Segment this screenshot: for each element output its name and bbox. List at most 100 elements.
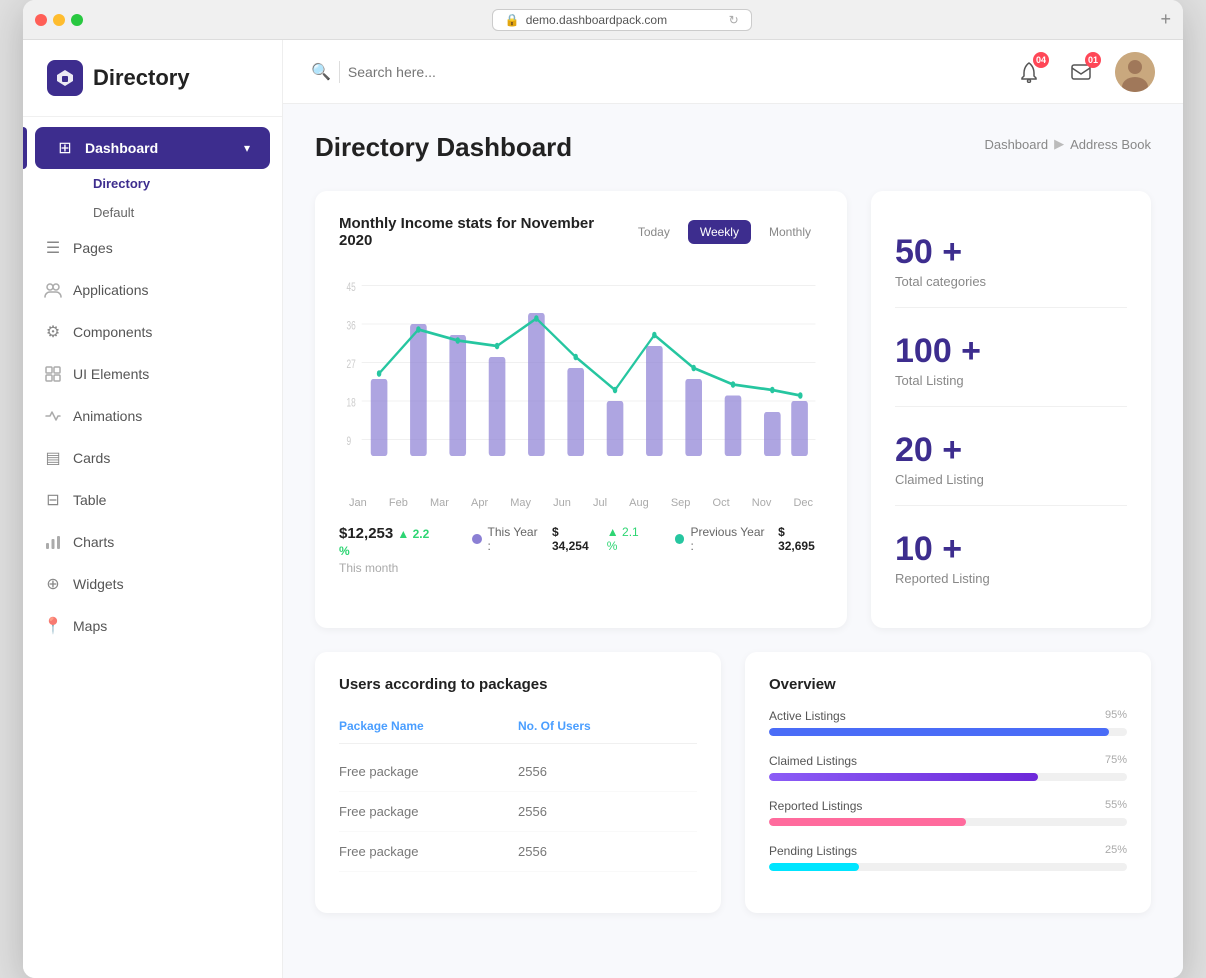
svg-text:27: 27 xyxy=(347,359,356,372)
overview-title: Overview xyxy=(769,676,1127,693)
close-button[interactable] xyxy=(35,14,47,26)
stats-panel: 50 + Total categories 100 + Total Listin… xyxy=(871,191,1151,628)
window-controls xyxy=(35,14,83,26)
breadcrumb: Dashboard ▶ Address Book xyxy=(984,136,1151,152)
animations-label: Animations xyxy=(73,408,142,424)
month-mar: Mar xyxy=(430,497,449,509)
progress-bar-claimed xyxy=(769,773,1127,781)
month-may: May xyxy=(510,497,531,509)
sidebar-item-dashboard[interactable]: ⊞ Dashboard ▾ xyxy=(35,127,270,169)
stat-number-listing: 100 + xyxy=(895,332,1127,371)
stat-claimed-listing: 20 + Claimed Listing xyxy=(895,413,1127,506)
widgets-label: Widgets xyxy=(73,576,124,592)
notifications-button[interactable]: 04 xyxy=(1011,54,1047,90)
sidebar-item-charts[interactable]: Charts xyxy=(23,521,282,563)
sidebar-item-animations[interactable]: Animations xyxy=(23,395,282,437)
table-row: Free package 2556 xyxy=(339,792,697,832)
sidebar-item-widgets[interactable]: ⊕ Widgets xyxy=(23,563,282,605)
sidebar-item-pages[interactable]: ☰ Pages xyxy=(23,227,282,269)
animations-icon xyxy=(43,406,63,426)
cards-label: Cards xyxy=(73,450,110,466)
breadcrumb-separator: ▶ xyxy=(1054,136,1064,152)
app-body: Directory ⊞ Dashboard ▾ Directory Defaul… xyxy=(23,40,1183,978)
maximize-button[interactable] xyxy=(71,14,83,26)
sidebar-item-maps[interactable]: 📍 Maps xyxy=(23,605,282,647)
row3-users: 2556 xyxy=(518,844,697,859)
refresh-icon[interactable]: ↻ xyxy=(729,13,739,27)
row2-name: Free package xyxy=(339,804,518,819)
stat-total-listing: 100 + Total Listing xyxy=(895,314,1127,407)
logo-area: Directory xyxy=(23,40,282,117)
progress-fill-pending xyxy=(769,863,859,871)
svg-text:18: 18 xyxy=(347,397,356,410)
chart-month-labels: Jan Feb Mar Apr May Jun Jul Aug Sep Oct … xyxy=(339,497,823,509)
table-row: Free package 2556 xyxy=(339,752,697,792)
overview-claimed-listings: Claimed Listings 75% xyxy=(769,754,1127,781)
overview-active-listings: Active Listings 95% xyxy=(769,709,1127,736)
components-icon: ⚙ xyxy=(43,322,63,342)
overview-label-row: Claimed Listings 75% xyxy=(769,754,1127,768)
dashboard-grid: Monthly Income stats for November 2020 T… xyxy=(315,191,1151,628)
progress-bar-active xyxy=(769,728,1127,736)
overview-card: Overview Active Listings 95% xyxy=(745,652,1151,913)
packages-title: Users according to packages xyxy=(339,676,697,693)
row1-users: 2556 xyxy=(518,764,697,779)
overview-label-row: Reported Listings 55% xyxy=(769,799,1127,813)
stat-number-reported: 10 + xyxy=(895,530,1127,569)
sidebar-item-table[interactable]: ⊟ Table xyxy=(23,479,282,521)
chart-footer: $12,253 ▲ 2.2 % This month This Year : $… xyxy=(339,525,823,575)
row1-name: Free package xyxy=(339,764,518,779)
sidebar-navigation: ⊞ Dashboard ▾ Directory Default ☰ Pages xyxy=(23,117,282,657)
cards-icon: ▤ xyxy=(43,448,63,468)
minimize-button[interactable] xyxy=(53,14,65,26)
stat-label-categories: Total categories xyxy=(895,274,1127,289)
stat-number-categories: 50 + xyxy=(895,233,1127,272)
month-sep: Sep xyxy=(671,497,691,509)
overview-pending-pct: 25% xyxy=(1105,844,1127,858)
pages-icon: ☰ xyxy=(43,238,63,258)
submenu-directory[interactable]: Directory xyxy=(77,169,282,198)
titlebar: 🔒 demo.dashboardpack.com ↻ + xyxy=(23,0,1183,40)
col-package-name: Package Name xyxy=(339,719,518,733)
topbar-right: 04 01 xyxy=(1011,52,1155,92)
prev-year-dot xyxy=(675,534,685,544)
new-tab-button[interactable]: + xyxy=(1160,9,1171,30)
url-bar[interactable]: 🔒 demo.dashboardpack.com ↻ xyxy=(492,9,752,31)
filter-today[interactable]: Today xyxy=(626,220,682,244)
bottom-grid: Users according to packages Package Name… xyxy=(315,652,1151,913)
overview-claimed-pct: 75% xyxy=(1105,754,1127,768)
filter-monthly[interactable]: Monthly xyxy=(757,220,823,244)
applications-icon xyxy=(43,280,63,300)
maps-icon: 📍 xyxy=(43,616,63,636)
submenu-default[interactable]: Default xyxy=(77,198,282,227)
stat-label-listing: Total Listing xyxy=(895,373,1127,388)
chart-card: Monthly Income stats for November 2020 T… xyxy=(315,191,847,628)
search-input[interactable] xyxy=(348,64,568,80)
filter-weekly[interactable]: Weekly xyxy=(688,220,751,244)
overview-reported-listings: Reported Listings 55% xyxy=(769,799,1127,826)
month-nov: Nov xyxy=(752,497,772,509)
sidebar-item-applications[interactable]: Applications xyxy=(23,269,282,311)
chart-svg: 45 36 27 18 9 xyxy=(339,269,823,489)
messages-button[interactable]: 01 xyxy=(1063,54,1099,90)
stat-label-claimed: Claimed Listing xyxy=(895,472,1127,487)
chevron-down-icon: ▾ xyxy=(244,141,250,155)
logo-icon xyxy=(47,60,83,96)
overview-claimed-label: Claimed Listings xyxy=(769,754,857,768)
this-month-label: This month xyxy=(339,561,440,575)
stat-label-reported: Reported Listing xyxy=(895,571,1127,586)
table-row: Free package 2556 xyxy=(339,832,697,872)
notification-badge: 04 xyxy=(1033,52,1049,68)
legend-prev-year: Previous Year : $ 32,695 xyxy=(675,525,823,553)
svg-text:9: 9 xyxy=(347,436,352,449)
search-divider xyxy=(339,61,340,83)
overview-pending-label: Pending Listings xyxy=(769,844,857,858)
page-title: Directory Dashboard xyxy=(315,132,572,163)
overview-pending-listings: Pending Listings 25% xyxy=(769,844,1127,871)
overview-active-pct: 95% xyxy=(1105,709,1127,723)
sidebar-item-cards[interactable]: ▤ Cards xyxy=(23,437,282,479)
avatar[interactable] xyxy=(1115,52,1155,92)
sidebar-item-ui-elements[interactable]: UI Elements xyxy=(23,353,282,395)
sidebar-item-components[interactable]: ⚙ Components xyxy=(23,311,282,353)
url-text: demo.dashboardpack.com xyxy=(526,13,667,27)
